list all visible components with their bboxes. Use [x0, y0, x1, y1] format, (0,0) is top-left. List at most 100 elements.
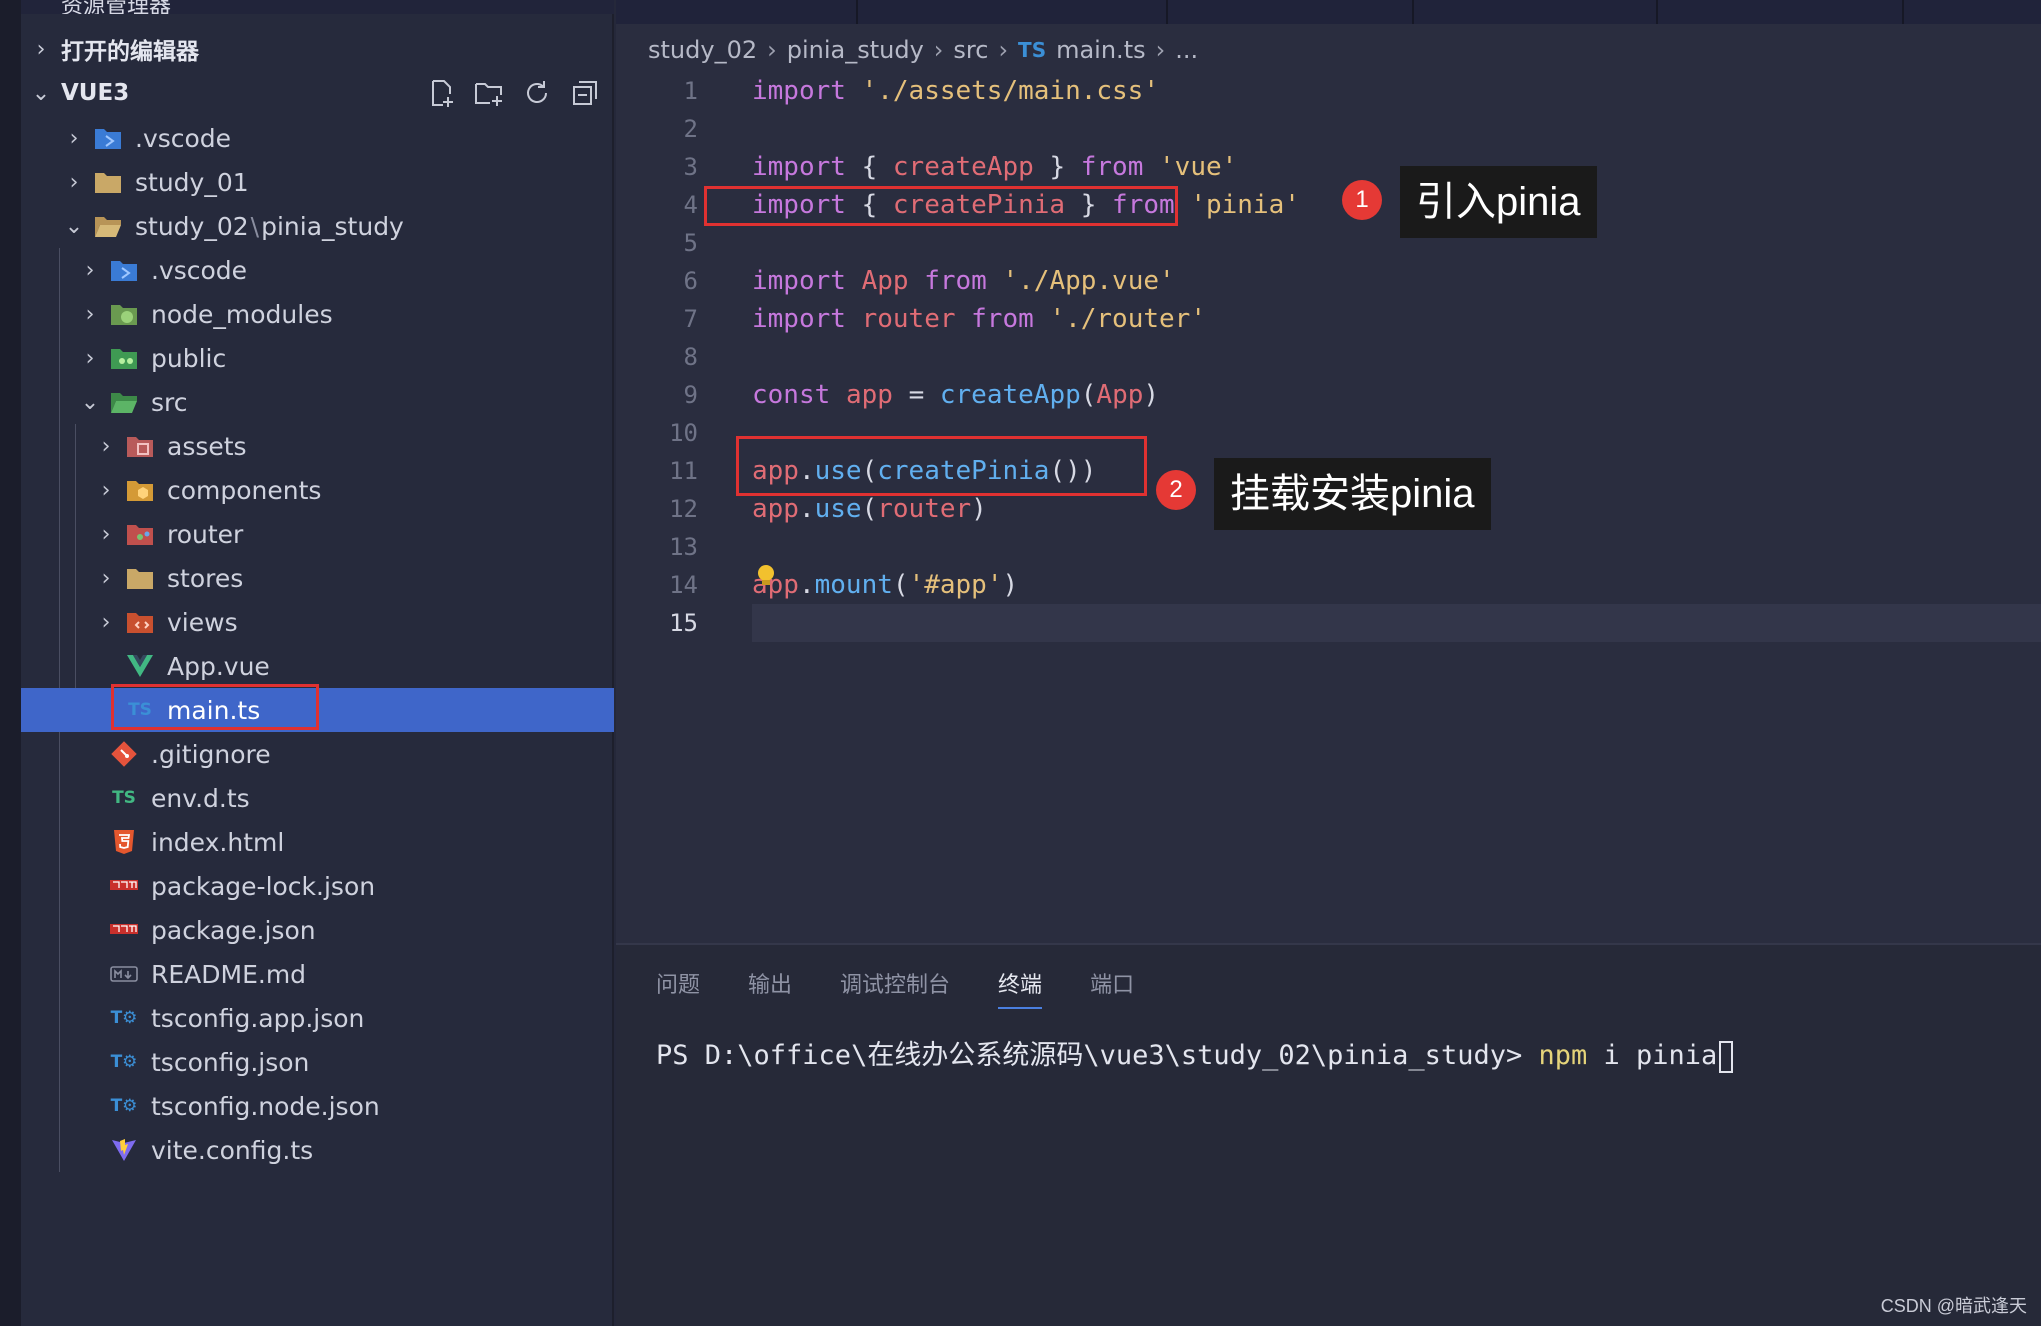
tree-item-study-01[interactable]: › study_01 — [21, 160, 614, 204]
code-line-7[interactable]: import router from './router' — [752, 300, 1206, 338]
editor-tab[interactable] — [626, 0, 858, 24]
code-line-1[interactable]: import './assets/main.css' — [752, 72, 1159, 110]
editor-tab[interactable] — [1168, 0, 1414, 24]
breadcrumb-item[interactable]: src — [953, 36, 988, 64]
collapse-all-icon[interactable] — [570, 78, 600, 108]
views-folder-icon — [125, 608, 155, 636]
tree-item-label: public — [151, 343, 227, 373]
tree-item-views[interactable]: › views — [21, 600, 614, 644]
tree-item-gitignore[interactable]: .gitignore — [21, 732, 614, 776]
line-number: 8 — [683, 343, 698, 371]
indent-guide — [75, 556, 76, 600]
breadcrumb-more[interactable]: ... — [1175, 36, 1198, 64]
tree-item-label: .gitignore — [151, 739, 271, 769]
current-line-highlight — [752, 604, 2041, 642]
chevron-right-icon: › — [1155, 36, 1166, 64]
new-file-icon[interactable] — [426, 78, 456, 108]
tree-item-src[interactable]: ⌄ src — [21, 380, 614, 424]
editor-tab[interactable] — [1414, 0, 1658, 24]
tab-terminal[interactable]: 终端 — [998, 967, 1043, 1009]
indent-guide — [59, 248, 60, 292]
tree-item-router[interactable]: › router — [21, 512, 614, 556]
vite-icon — [109, 1136, 139, 1164]
chevron-right-icon: › — [85, 345, 95, 371]
watermark: CSDN @暗武逢天 — [1880, 1296, 2027, 1316]
tree-item-study-02[interactable]: ⌄ study_02 \ pinia_study — [21, 204, 614, 248]
vscode-folder-icon — [93, 124, 123, 152]
components-folder-icon — [125, 476, 155, 504]
callout-import-pinia: 引入pinia — [1400, 166, 1597, 238]
tsconfig-icon: T⚙ — [110, 1008, 138, 1028]
tree-item-label: package-lock.json — [151, 871, 376, 901]
activity-bar — [0, 0, 21, 1326]
line-number: 1 — [683, 77, 698, 105]
tree-item-vscode-2[interactable]: › .vscode — [21, 248, 614, 292]
chevron-right-icon: › — [36, 36, 46, 62]
tree-item-stores[interactable]: › stores — [21, 556, 614, 600]
line-number: 4 — [683, 191, 698, 219]
line-number: 15 — [669, 609, 698, 637]
chevron-right-icon: › — [933, 36, 944, 64]
tree-item-index-html[interactable]: index.html — [21, 820, 614, 864]
tree-item-env-d-ts[interactable]: TS env.d.ts — [21, 776, 614, 820]
tree-item-label: components — [167, 475, 322, 505]
breadcrumb-item[interactable]: study_02 — [648, 36, 757, 64]
code-line-14[interactable]: app.mount('#app') — [752, 566, 1018, 604]
tree-item-tsconfig-node-json[interactable]: T⚙ tsconfig.node.json — [21, 1084, 614, 1128]
tree-item-public[interactable]: › public — [21, 336, 614, 380]
folder-icon — [93, 168, 123, 196]
terminal-cursor — [1719, 1040, 1734, 1073]
indent-guide — [59, 820, 60, 864]
ts-file-icon: TS — [112, 788, 136, 808]
tab-output[interactable]: 输出 — [748, 967, 792, 1009]
indent-guide — [75, 424, 76, 468]
new-folder-icon[interactable] — [474, 78, 504, 108]
open-editors-section[interactable]: › 打开的编辑器 — [21, 28, 614, 70]
tree-item-assets[interactable]: › assets — [21, 424, 614, 468]
tree-item-label: package.json — [151, 915, 316, 945]
tree-item-vscode[interactable]: › .vscode — [21, 116, 614, 160]
indent-guide — [59, 380, 60, 424]
tree-item-label: node_modules — [151, 299, 333, 329]
line-number: 11 — [669, 457, 698, 485]
tree-item-label: env.d.ts — [151, 783, 250, 813]
tree-item-vite-config-ts[interactable]: vite.config.ts — [21, 1128, 614, 1172]
tree-item-package-json[interactable]: package.json — [21, 908, 614, 952]
lightbulb-icon[interactable] — [756, 564, 776, 588]
tree-item-tsconfig-json[interactable]: T⚙ tsconfig.json — [21, 1040, 614, 1084]
tab-debug-console[interactable]: 调试控制台 — [840, 967, 950, 1009]
tree-item-node-modules[interactable]: › node_modules — [21, 292, 614, 336]
tree-item-readme-md[interactable]: README.md — [21, 952, 614, 996]
explorer-title: 资源管理器 — [21, 0, 614, 14]
tree-item-package-lock-json[interactable]: package-lock.json — [21, 864, 614, 908]
indent-guide — [75, 600, 76, 644]
code-line-3[interactable]: import { createApp } from 'vue' — [752, 148, 1237, 186]
workspace-section[interactable]: ⌄ VUE3 — [21, 72, 614, 114]
breadcrumb: study_02 › pinia_study › src › TS main.t… — [648, 30, 1198, 70]
breadcrumb-file[interactable]: main.ts — [1056, 36, 1146, 64]
indent-guide — [59, 1128, 60, 1172]
indent-guide — [75, 512, 76, 556]
tree-item-tsconfig-app-json[interactable]: T⚙ tsconfig.app.json — [21, 996, 614, 1040]
indent-guide — [59, 336, 60, 380]
code-line-6[interactable]: import App from './App.vue' — [752, 262, 1175, 300]
code-line-9[interactable]: const app = createApp(App) — [752, 376, 1159, 414]
vscode-folder-icon — [109, 256, 139, 284]
terminal[interactable]: PS D:\office\在线办公系统源码\vue3\study_02\pini… — [656, 1033, 1734, 1073]
chevron-right-icon: › — [767, 36, 777, 64]
tab-ports[interactable]: 端口 — [1090, 967, 1134, 1009]
editor-tab[interactable] — [1658, 0, 1904, 24]
tree-item-label: .vscode — [135, 123, 232, 153]
vue-file-icon — [125, 652, 155, 680]
editor-tab[interactable] — [858, 0, 1168, 24]
tree-item-components[interactable]: › components — [21, 468, 614, 512]
breadcrumb-item[interactable]: pinia_study — [787, 36, 924, 64]
code-editor: study_02 › pinia_study › src › TS main.t… — [616, 0, 2041, 943]
tree-item-app-vue[interactable]: App.vue — [21, 644, 614, 688]
refresh-icon[interactable] — [522, 78, 552, 108]
tab-problems[interactable]: 问题 — [656, 967, 700, 1009]
line-number: 14 — [669, 571, 698, 599]
tree-item-label: index.html — [151, 827, 285, 857]
line-number: 2 — [683, 115, 698, 143]
assets-folder-icon — [125, 432, 155, 460]
